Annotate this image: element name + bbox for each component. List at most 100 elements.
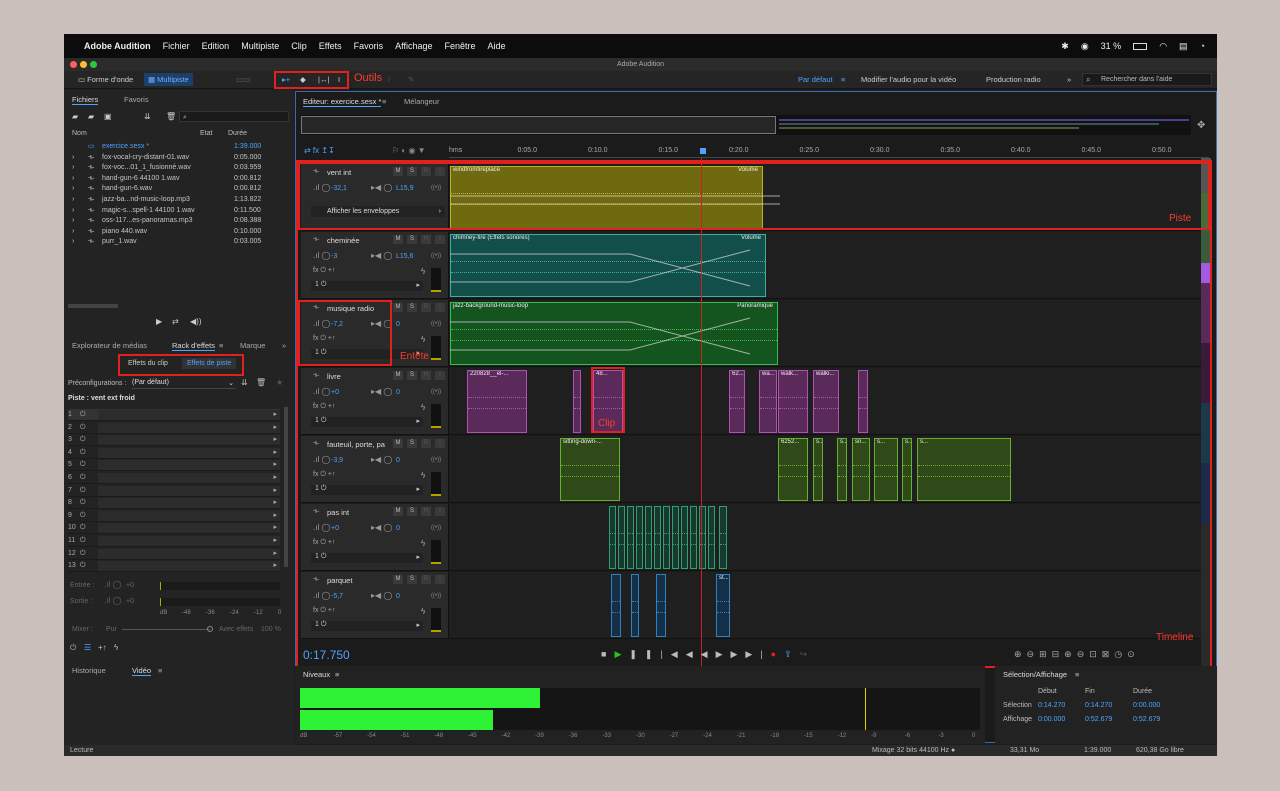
clip-effects-tab[interactable]: Effets du clip	[128, 360, 168, 367]
fx-slot[interactable]: 9 ⏻ ▸	[68, 510, 280, 522]
power-icon[interactable]: ⏻	[80, 560, 86, 572]
power-icon[interactable]: ⏻	[80, 510, 86, 522]
zoom-window-button[interactable]	[90, 61, 97, 68]
power-icon[interactable]: ⏻	[80, 522, 86, 534]
wifi-icon[interactable]: ◠	[1159, 41, 1167, 52]
file-row[interactable]: › ⟛ fox-vocal-cry-distant-01.wav 0:05.000	[64, 153, 289, 163]
battery-label[interactable]: 31 %	[1101, 41, 1122, 51]
file-row[interactable]: › ⟛ oss-117...es-panoramas.mp3 0:08.388	[64, 216, 289, 226]
power-icon[interactable]: ⏻	[80, 422, 86, 434]
fx-slot[interactable]: 10 ⏻ ▸	[68, 522, 280, 535]
view-duration-value[interactable]: 0:52.679	[1133, 716, 1160, 723]
menu-favoris[interactable]: Favoris	[354, 41, 384, 51]
tab-editor[interactable]: Editeur: exercice.sesx *	[303, 97, 382, 107]
play-icon[interactable]: ▶	[156, 317, 162, 326]
power-icon[interactable]: ⏻	[80, 434, 86, 446]
fx-slot[interactable]: 4 ⏻ ▸	[68, 447, 280, 459]
files-scrollbar[interactable]	[68, 304, 118, 308]
editor-menu-icon[interactable]: ≡	[382, 97, 386, 106]
fx-slot[interactable]: 3 ⏻ ▸	[68, 434, 280, 447]
tab-media-browser[interactable]: Explorateur de médias	[72, 341, 147, 350]
chevron-right-icon[interactable]: ›	[72, 174, 74, 184]
fx-slot-dropdown[interactable]: ▸	[98, 510, 280, 521]
menu-fichier[interactable]: Fichier	[163, 41, 190, 51]
fx-slot[interactable]: 6 ⏻ ▸	[68, 472, 280, 484]
tab-files[interactable]: Fichiers	[72, 95, 99, 105]
clock-icon[interactable]: ◔	[1200, 41, 1205, 51]
import-icon[interactable]: ▰	[88, 112, 94, 121]
power-icon[interactable]: ⏻	[80, 485, 86, 497]
more-workspaces-icon[interactable]: »	[1063, 73, 1075, 86]
menu-effets[interactable]: Effets	[319, 41, 342, 51]
sel-start-value[interactable]: 0:14.270	[1038, 702, 1065, 709]
more-panels-icon[interactable]: »	[282, 341, 286, 350]
app-menu[interactable]: Adobe Audition	[84, 41, 151, 51]
fx-slot-dropdown[interactable]: ▸	[98, 485, 280, 496]
rewind-icon[interactable]: ◀◀	[686, 649, 716, 659]
view-start-value[interactable]: 0:00.000	[1038, 716, 1065, 723]
power-icon[interactable]: ⏻	[80, 459, 86, 471]
chevron-right-icon[interactable]: ›	[72, 184, 74, 194]
file-row[interactable]: › ⟛ hand-gun-6.wav 0:00.812	[64, 184, 289, 194]
mix-slider-handle[interactable]	[207, 626, 213, 632]
fx-slot-dropdown[interactable]: ▸	[98, 473, 280, 483]
fx-slot-dropdown[interactable]: ▸	[98, 498, 280, 509]
sel-duration-value[interactable]: 0:00.000	[1133, 702, 1160, 709]
video-menu-icon[interactable]: ≡	[158, 666, 162, 675]
pause-icon[interactable]: ❚❚	[629, 649, 660, 659]
favorite-icon[interactable]: ★	[276, 378, 283, 387]
zoom-controls-icon[interactable]: ⊕⊖⊞⊟⊕⊖⊡⊠◷⊙	[1014, 649, 1140, 660]
zoom-navigator-icon[interactable]: ✥	[1197, 120, 1205, 131]
delete-preset-icon[interactable]: 🗑	[256, 378, 266, 387]
fx-slot-dropdown[interactable]: ▸	[98, 460, 280, 471]
fx-slot[interactable]: 12 ⏻ ▸	[68, 548, 280, 560]
fx-scrollbar[interactable]	[284, 407, 288, 567]
help-search-input[interactable]: ⌕ Rechercher dans l'aide	[1082, 73, 1212, 86]
file-row[interactable]: › ⟛ purr_1.wav 0:03.005	[64, 237, 289, 247]
power-icon[interactable]: ⏻	[80, 497, 86, 509]
file-row[interactable]: › ⟛ jazz-ba...nd-music-loop.mp3 1:13.822	[64, 195, 289, 205]
menu-aide[interactable]: Aide	[488, 41, 506, 51]
file-row[interactable]: ▭ exercice.sesx * 1:39.000	[64, 142, 289, 152]
power-icon[interactable]: ⏻	[80, 548, 86, 560]
view-end-value[interactable]: 0:52.679	[1085, 716, 1112, 723]
menu-affichage[interactable]: Affichage	[395, 41, 432, 51]
chevron-right-icon[interactable]: ›	[72, 153, 74, 163]
fast-forward-icon[interactable]: ▶▶	[716, 649, 746, 659]
selection-menu-icon[interactable]: ≡	[1075, 670, 1079, 679]
chevron-right-icon[interactable]: ›	[72, 237, 74, 247]
chevron-right-icon[interactable]: ›	[72, 163, 74, 173]
fx-slot-dropdown[interactable]: ▸	[98, 422, 280, 433]
close-window-button[interactable]	[70, 61, 77, 68]
workspace-radio[interactable]: Production radio	[982, 73, 1045, 86]
power-icon[interactable]: ⏻	[80, 535, 86, 547]
minimize-window-button[interactable]	[80, 61, 87, 68]
mix-slider[interactable]	[122, 626, 213, 632]
levels-menu-icon[interactable]: ≡	[335, 670, 339, 679]
battery-icon[interactable]	[1133, 42, 1148, 50]
overview-navigator[interactable]	[301, 115, 1191, 135]
save-preset-icon[interactable]: ⇊	[241, 378, 248, 387]
file-search-input[interactable]: ⌕	[179, 111, 289, 122]
go-start-icon[interactable]: |◀	[660, 649, 685, 659]
fx-slot[interactable]: 5 ⏻ ▸	[68, 459, 280, 472]
tab-history[interactable]: Historique	[72, 666, 106, 675]
fx-slot-dropdown[interactable]: ▸	[98, 536, 280, 546]
stop-icon[interactable]: ■	[601, 649, 614, 659]
menu-multipiste[interactable]: Multipiste	[241, 41, 279, 51]
current-timecode[interactable]: 0:17.750	[303, 648, 350, 662]
menu-fenetre[interactable]: Fenêtre	[444, 41, 475, 51]
timeline-ruler[interactable]: hms 0:05.0 0:10.0 0:15.0 0:20.0 0:25.0 0:30.0 0…	[449, 147, 1209, 158]
play-icon[interactable]: ▶	[614, 649, 629, 659]
tab-effects-rack[interactable]: Rack d'effets	[172, 341, 215, 351]
track-effects-tab[interactable]: Effets de piste	[182, 358, 237, 369]
chevron-right-icon[interactable]: ›	[72, 216, 74, 226]
workspace-menu-icon[interactable]: ≡	[837, 73, 849, 86]
skip-icon[interactable]: ↪	[800, 649, 816, 659]
power-icon[interactable]: ⏻	[80, 409, 86, 421]
menu-clip[interactable]: Clip	[291, 41, 307, 51]
record-icon[interactable]: ●	[771, 649, 784, 659]
fx-slot-dropdown[interactable]: ▸	[98, 435, 280, 446]
open-file-icon[interactable]: ▰	[72, 112, 78, 121]
tab-markers[interactable]: Marque	[240, 341, 265, 350]
